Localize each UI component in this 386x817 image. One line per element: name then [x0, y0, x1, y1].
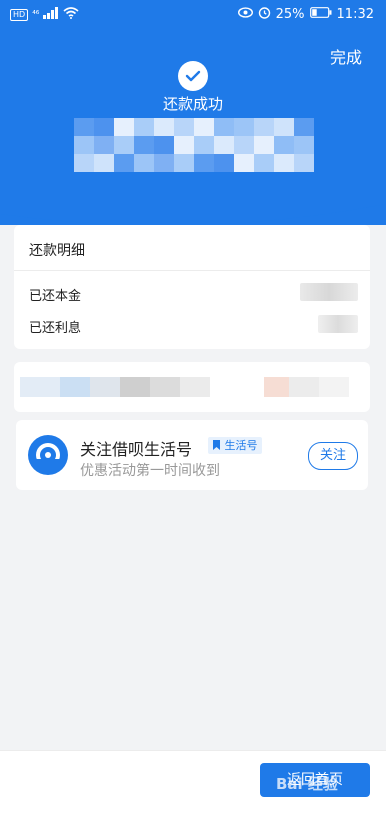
follow-card-title: 关注借呗生活号	[80, 440, 193, 459]
header-wave	[0, 196, 386, 226]
divider	[14, 270, 370, 271]
mosaic-tile	[174, 118, 194, 136]
jiebei-logo-icon	[28, 435, 68, 475]
mosaic-tile	[94, 118, 114, 136]
success-title: 还款成功	[162, 95, 223, 113]
mosaic-tile	[194, 154, 214, 172]
mosaic-tile	[234, 136, 254, 154]
detail-title: 还款明细	[29, 243, 85, 259]
mosaic-tile	[114, 118, 134, 136]
mosaic-tile	[74, 118, 94, 136]
mosaic-tile	[214, 136, 234, 154]
interest-value-redacted	[318, 315, 358, 333]
mosaic-tile	[214, 154, 234, 172]
battery-level: 25%	[275, 7, 305, 22]
mosaic-tile	[154, 118, 174, 136]
network-type: ⁴⁶	[32, 10, 40, 20]
mosaic-tile	[274, 154, 294, 172]
clock-time: 11:32	[336, 7, 374, 22]
bottom-bar: 返回首页	[0, 750, 386, 817]
mosaic-tile	[94, 136, 114, 154]
mosaic-tile	[174, 154, 194, 172]
alarm-icon	[258, 6, 271, 23]
mosaic-tile	[174, 136, 194, 154]
mosaic-tile	[134, 154, 154, 172]
mosaic-tile	[114, 136, 134, 154]
mosaic-tile	[194, 136, 214, 154]
mosaic-tile	[134, 136, 154, 154]
life-account-tag-label: 生活号	[224, 439, 258, 452]
mosaic-tile	[254, 118, 274, 136]
redacted-amount-mosaic	[74, 118, 314, 172]
mosaic-tile	[134, 118, 154, 136]
mosaic-tile	[234, 118, 254, 136]
follow-card-subtitle: 优惠活动第一时间收到	[80, 463, 220, 479]
promo-banner[interactable]	[14, 362, 370, 412]
mosaic-tile	[254, 136, 274, 154]
mosaic-tile	[294, 154, 314, 172]
mosaic-tile	[274, 136, 294, 154]
mosaic-tile	[274, 118, 294, 136]
life-account-tag: 生活号	[208, 437, 262, 454]
repayment-detail-card: 还款明细 已还本金 已还利息	[14, 225, 370, 349]
interest-label: 已还利息	[29, 321, 82, 336]
mosaic-tile	[114, 154, 134, 172]
follow-account-card: 关注借呗生活号 生活号 优惠活动第一时间收到 关注	[16, 420, 368, 490]
signal-icon	[43, 7, 59, 23]
mosaic-tile	[234, 154, 254, 172]
return-home-button[interactable]: 返回首页	[260, 763, 370, 797]
mosaic-tile	[294, 118, 314, 136]
eye-icon	[237, 7, 253, 22]
mosaic-tile	[154, 154, 174, 172]
principal-label: 已还本金	[29, 289, 82, 304]
mosaic-tile	[74, 136, 94, 154]
battery-icon	[309, 7, 332, 22]
done-button[interactable]: 完成	[330, 44, 362, 68]
mosaic-tile	[294, 136, 314, 154]
success-check-icon	[178, 61, 208, 91]
mosaic-tile	[94, 154, 114, 172]
blurred-banner-content	[20, 377, 349, 397]
status-bar: HD ⁴⁶ 25% 11:32	[0, 0, 386, 30]
mosaic-tile	[214, 118, 234, 136]
follow-button[interactable]: 关注	[308, 442, 358, 470]
mosaic-tile	[74, 154, 94, 172]
mosaic-tile	[194, 118, 214, 136]
principal-value-redacted	[300, 283, 358, 301]
bookmark-icon	[213, 440, 220, 450]
mosaic-tile	[254, 154, 274, 172]
wifi-icon	[63, 7, 79, 23]
hd-indicator: HD	[10, 9, 29, 21]
mosaic-tile	[154, 136, 174, 154]
